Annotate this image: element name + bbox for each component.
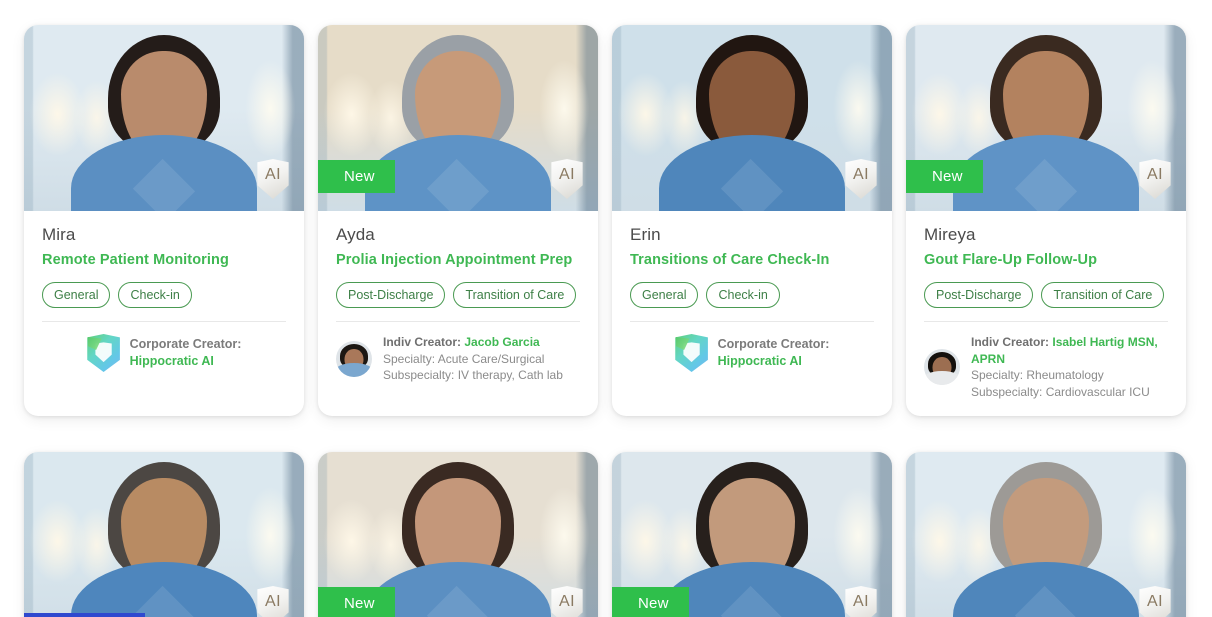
avatar-body [924, 371, 960, 385]
new-badge: New [906, 160, 983, 193]
avatar-body [336, 362, 372, 377]
language-badge: Vietnamese [24, 613, 145, 617]
new-badge: New [318, 587, 395, 617]
agent-card-body: Erin Transitions of Care Check-In General C… [612, 211, 892, 388]
agent-tag[interactable]: General [630, 282, 699, 308]
card-divider [630, 321, 874, 322]
agent-card-grid: AI Mira Remote Patient Monitoring General Ch… [0, 0, 1212, 617]
agent-tag[interactable]: Transition of Care [453, 282, 577, 308]
creator-specialty: Specialty: Acute Care/Surgical [383, 351, 545, 366]
new-badge: New [318, 160, 395, 193]
ai-shield-icon: AI [1138, 159, 1172, 199]
corporate-creator-label: Corporate Creator: [129, 337, 242, 351]
card-divider [924, 321, 1168, 322]
ai-badge-label: AI [558, 166, 576, 183]
creator-name: Isabel Hartig MSN, APRN [971, 335, 1158, 366]
agent-title: Remote Patient Monitoring [42, 252, 229, 268]
ai-badge-label: AI [1146, 593, 1164, 610]
agent-title: Transitions of Care Check-In [630, 252, 830, 268]
ai-shield-icon: AI [550, 159, 584, 199]
creator-name: Jacob Garcia [464, 335, 540, 349]
agent-title: Prolia Injection Appointment Prep [336, 252, 573, 268]
agent-tag[interactable]: Post-Discharge [924, 282, 1034, 308]
ai-badge-label: AI [558, 593, 576, 610]
agent-photo: AI [24, 25, 304, 211]
corporate-creator: Corporate Creator: Hippocratic AI [630, 334, 874, 372]
corporate-creator-name: Hippocratic AI [717, 354, 802, 368]
agent-name: Ayda [336, 225, 375, 244]
corporate-creator: Corporate Creator: Hippocratic AI [42, 334, 286, 372]
ai-shield-icon: AI [256, 159, 290, 199]
hippocratic-shield-logo [87, 334, 121, 372]
creator-subspecialty: Subspecialty: Cardiovascular ICU [971, 384, 1150, 399]
agent-tag-list: General Check-in [42, 282, 286, 308]
agent-tag-list: General Check-in [630, 282, 874, 308]
corporate-creator-text: Corporate Creator: Hippocratic AI [130, 336, 242, 370]
card-divider [336, 321, 580, 322]
agent-card-body: Ayda Prolia Injection Appointment Prep Pos… [318, 211, 598, 400]
agent-card[interactable]: New AI Mireya Gout Flare-Up Follow-Up Post-D… [906, 25, 1186, 416]
agent-card[interactable]: Vietnamese AI [24, 452, 304, 617]
ai-shield-icon: AI [1138, 586, 1172, 617]
agent-card[interactable]: New AI [612, 452, 892, 617]
creator-specialty: Specialty: Rheumatology [971, 368, 1104, 382]
agent-photo: New AI [906, 25, 1186, 211]
agent-card[interactable]: New AI [318, 452, 598, 617]
agent-tag[interactable]: Post-Discharge [336, 282, 446, 308]
agent-tag[interactable]: Check-in [706, 282, 780, 308]
agent-name: Mireya [924, 225, 976, 244]
individual-creator-text: Indiv Creator: Isabel Hartig MSN, APRN Sp… [971, 334, 1168, 400]
agent-tag[interactable]: Check-in [118, 282, 192, 308]
card-divider [42, 321, 286, 322]
agent-card[interactable]: AI [906, 452, 1186, 617]
ai-badge-label: AI [852, 593, 870, 610]
agent-photo: AI [612, 25, 892, 211]
ai-badge-label: AI [264, 166, 282, 183]
corporate-creator-label: Corporate Creator: [717, 337, 830, 351]
agent-name: Mira [42, 225, 76, 244]
corporate-creator-name: Hippocratic AI [129, 354, 214, 368]
ai-badge-label: AI [264, 593, 282, 610]
agent-card[interactable]: AI Mira Remote Patient Monitoring General Ch… [24, 25, 304, 416]
corporate-creator-text: Corporate Creator: Hippocratic AI [718, 336, 830, 370]
hippocratic-shield-logo [675, 334, 709, 372]
creator-avatar [924, 349, 960, 385]
creator-name-row: Indiv Creator: Isabel Hartig MSN, APRN [971, 335, 1158, 366]
agent-tag[interactable]: Transition of Care [1041, 282, 1165, 308]
ai-shield-icon: AI [550, 586, 584, 617]
ai-badge-label: AI [1146, 166, 1164, 183]
agent-tag-list: Post-Discharge Transition of Care [924, 282, 1168, 308]
agent-photo: AI [906, 452, 1186, 617]
agent-photo: New AI [612, 452, 892, 617]
creator-name-row: Indiv Creator: Jacob Garcia [383, 335, 540, 349]
individual-creator: Indiv Creator: Isabel Hartig MSN, APRN Sp… [924, 334, 1168, 400]
individual-creator-text: Indiv Creator: Jacob Garcia Specialty: Ac… [383, 334, 563, 384]
creator-subspecialty: Subspecialty: IV therapy, Cath lab [383, 368, 563, 382]
agent-title: Gout Flare-Up Follow-Up [924, 252, 1098, 268]
agent-photo: New AI [318, 452, 598, 617]
agent-card[interactable]: New AI Ayda Prolia Injection Appointment Pr… [318, 25, 598, 416]
ai-shield-icon: AI [256, 586, 290, 617]
agent-photo: New AI [318, 25, 598, 211]
ai-shield-icon: AI [844, 586, 878, 617]
agent-card-body: Mireya Gout Flare-Up Follow-Up Post-Discha… [906, 211, 1186, 416]
agent-photo: Vietnamese AI [24, 452, 304, 617]
ai-badge-label: AI [852, 166, 870, 183]
agent-tag[interactable]: General [42, 282, 111, 308]
agent-card-body: Mira Remote Patient Monitoring General Chec… [24, 211, 304, 388]
new-badge: New [612, 587, 689, 617]
agent-name: Erin [630, 225, 661, 244]
agent-tag-list: Post-Discharge Transition of Care [336, 282, 580, 308]
individual-creator: Indiv Creator: Jacob Garcia Specialty: Ac… [336, 334, 580, 384]
ai-shield-icon: AI [844, 159, 878, 199]
agent-card[interactable]: AI Erin Transitions of Care Check-In Genera… [612, 25, 892, 416]
creator-avatar [336, 340, 372, 377]
